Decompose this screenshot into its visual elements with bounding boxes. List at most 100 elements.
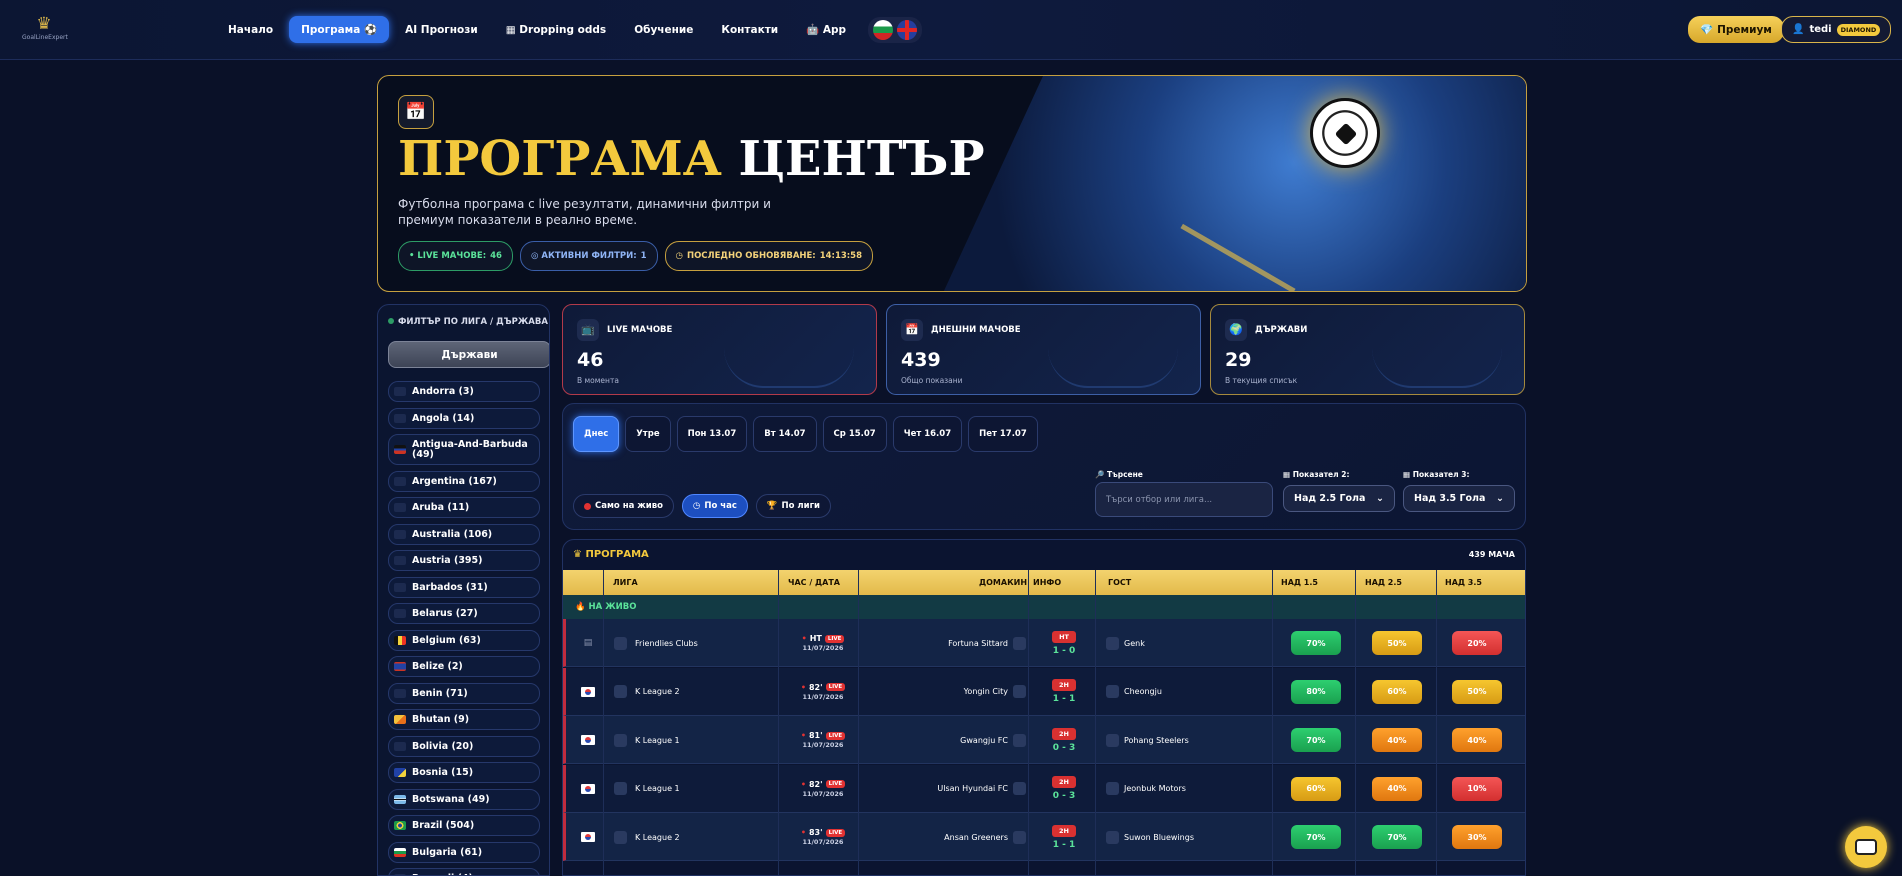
clock-icon: ◷ xyxy=(675,251,683,261)
table-row[interactable]: K League 2 • 83' LIVE 11/07/2026 Ansan Greene… xyxy=(563,813,1525,861)
premium-label: Премиум xyxy=(1717,23,1772,36)
mode-button-1[interactable]: ◷ По час xyxy=(681,494,748,518)
mode-button-0[interactable]: Само на живо xyxy=(573,494,674,518)
country-label: Bolivia (20) xyxy=(412,740,474,752)
league-logo-icon xyxy=(614,782,627,795)
country-item[interactable]: Antigua-And-Barbuda (49) xyxy=(388,434,540,465)
col-info[interactable]: ИНФО xyxy=(1033,578,1061,587)
over-1-5-pill: 70% xyxy=(1291,631,1341,655)
country-flag-icon xyxy=(394,768,406,777)
stat-desc: Общо показани xyxy=(901,376,963,385)
match-score: 0 - 3 xyxy=(1052,742,1076,753)
live-badge: LIVE xyxy=(825,780,846,788)
language-switcher[interactable] xyxy=(868,16,923,43)
country-item[interactable]: Belgium (63) xyxy=(388,629,540,651)
country-item[interactable]: Australia (106) xyxy=(388,523,540,545)
site-logo[interactable]: ♛ GoalLineExpert xyxy=(22,16,68,42)
premium-button[interactable]: 💎 Премиум xyxy=(1688,16,1784,43)
col-time[interactable]: ЧАС / ДАТА xyxy=(788,578,840,587)
day-tab-5[interactable]: Чет 16.07 xyxy=(892,416,963,452)
nav-item-5[interactable]: Контакти xyxy=(709,17,790,43)
live-dot-icon: • xyxy=(800,731,806,740)
nav-item-6[interactable]: 🤖 App xyxy=(794,16,858,43)
col-home[interactable]: ДОМАКИН xyxy=(979,578,1027,587)
country-item[interactable]: Andorra (3) xyxy=(388,381,540,402)
country-item[interactable]: Brazil (504) xyxy=(388,815,540,836)
over-1-5-pill: 70% xyxy=(1291,825,1341,849)
mode-button-2[interactable]: 🏆 По лиги xyxy=(755,494,831,518)
country-item[interactable]: Belize (2) xyxy=(388,656,540,677)
home-crest-icon xyxy=(1013,685,1026,698)
nav-item-2[interactable]: AI Прогнози xyxy=(393,17,490,43)
country-item[interactable]: Bosnia (15) xyxy=(388,762,540,783)
uk-flag-icon[interactable] xyxy=(897,19,918,40)
bulgarian-flag-icon[interactable] xyxy=(873,19,894,40)
table-row[interactable]: ▤ Friendlies Clubs • HT LIVE 11/07/2026 Fortun… xyxy=(563,619,1525,667)
country-label: Belgium (63) xyxy=(412,634,481,646)
league-name: Friendlies Clubs xyxy=(635,638,698,648)
col-over15[interactable]: НАД 1.5 xyxy=(1281,578,1318,587)
nav-item-0[interactable]: Начало xyxy=(216,17,285,43)
country-item[interactable]: Bolivia (20) xyxy=(388,735,540,757)
country-flag-icon xyxy=(394,609,406,618)
match-status-badge: 2H xyxy=(1052,824,1076,837)
over-3-5-pill: 10% xyxy=(1452,776,1502,801)
country-flag-icon xyxy=(394,741,406,751)
nav-item-3[interactable]: ▦ Dropping odds xyxy=(494,17,618,43)
day-tab-4[interactable]: Ср 15.07 xyxy=(822,416,887,452)
user-menu-button[interactable]: 👤 tedi DIAMOND xyxy=(1781,16,1892,43)
search-input[interactable]: Търси отбор или лига... xyxy=(1095,482,1273,517)
league-logo-icon xyxy=(614,685,627,698)
day-tab-0[interactable]: Днес xyxy=(573,416,620,452)
page-title-white: ЦЕНТЪР xyxy=(738,131,985,187)
country-item[interactable]: Belarus (27) xyxy=(388,603,540,624)
country-item[interactable]: Burundi (4) xyxy=(388,868,540,875)
table-row[interactable]: K League 2 • 82' LIVE 11/07/2026 Yongin City 2… xyxy=(563,667,1525,716)
table-row[interactable]: K League 1 • 82' LIVE 11/07/2026 Ulsan Hyunda… xyxy=(563,764,1525,813)
country-item[interactable]: Bulgaria (61) xyxy=(388,841,540,863)
country-item[interactable]: Austria (395) xyxy=(388,550,540,571)
table-row[interactable]: K League 1 • 81' LIVE 11/07/2026 Gwangju FC 2H… xyxy=(563,716,1525,764)
day-tab-1[interactable]: Утре xyxy=(625,416,671,452)
stat-value: 439 xyxy=(901,349,941,371)
nav-item-1[interactable]: Програма ⚽ xyxy=(289,16,390,43)
day-tab-2[interactable]: Пон 13.07 xyxy=(676,416,748,452)
country-item[interactable]: Botswana (49) xyxy=(388,788,540,810)
chat-widget-button[interactable] xyxy=(1845,826,1887,868)
nav-item-4[interactable]: Обучение xyxy=(622,17,705,43)
col-over35[interactable]: НАД 3.5 xyxy=(1445,578,1482,587)
country-item[interactable]: Benin (71) xyxy=(388,682,540,704)
hero-subtitle: Футболна програма с live резултати, дина… xyxy=(398,197,771,227)
col-over25[interactable]: НАД 2.5 xyxy=(1365,578,1402,587)
program-table-panel: ♛ ПРОГРАМА 439 МАЧА ЛИГА ЧАС / ДАТА ДОМА… xyxy=(562,539,1526,876)
table-header: ЛИГА ЧАС / ДАТА ДОМАКИН ИНФО ГОСТ НАД 1.… xyxy=(563,570,1525,595)
chevron-down-icon: ⌄ xyxy=(1376,493,1384,504)
indicator-2-select[interactable]: Над 2.5 Гола ⌄ xyxy=(1283,485,1395,512)
country-item[interactable]: Aruba (11) xyxy=(388,497,540,518)
away-crest-icon xyxy=(1106,636,1119,650)
over-3-5-pill: 20% xyxy=(1452,631,1502,655)
country-flag-icon xyxy=(394,635,406,645)
country-label: Bhutan (9) xyxy=(412,714,470,725)
col-divider xyxy=(603,570,604,875)
country-item[interactable]: Angola (14) xyxy=(388,407,540,429)
program-title-text: ПРОГРАМА xyxy=(585,549,649,560)
away-crest-icon xyxy=(1106,830,1119,844)
stat-card-today: 📅 ДНЕШНИ МАЧОВЕ 439 Общо показани xyxy=(886,304,1201,395)
nav-item-label: App xyxy=(822,24,847,36)
indicator-3-select[interactable]: Над 3.5 Гола ⌄ xyxy=(1403,485,1515,512)
country-item[interactable]: Barbados (31) xyxy=(388,576,540,598)
country-flag-icon xyxy=(394,503,406,512)
top-navbar: ♛ GoalLineExpert Начало Програма ⚽ AI Прог… xyxy=(0,0,1902,60)
tab-countries[interactable]: Държави xyxy=(388,341,549,368)
country-flag-icon xyxy=(394,387,406,396)
col-league[interactable]: ЛИГА xyxy=(613,578,638,587)
day-tab-6[interactable]: Пет 17.07 xyxy=(968,416,1038,452)
day-tab-3[interactable]: Вт 14.07 xyxy=(753,416,817,452)
tv-icon: 📺 xyxy=(577,319,599,341)
country-item[interactable]: Argentina (167) xyxy=(388,470,540,492)
country-item[interactable]: Bhutan (9) xyxy=(388,709,540,730)
match-minute: 82' xyxy=(808,779,823,789)
page-title: ПРОГРАМА ЦЕНТЪР xyxy=(398,131,985,187)
col-away[interactable]: ГОСТ xyxy=(1108,578,1131,587)
